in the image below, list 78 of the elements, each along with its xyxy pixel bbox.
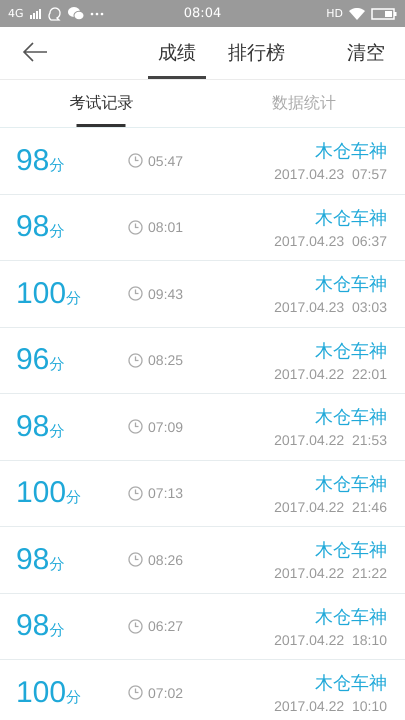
user-name: 木仓车神 <box>315 472 387 496</box>
score-unit: 分 <box>49 222 64 242</box>
record-row[interactable]: 98分 08:01 木仓车神 2017.04.23 06:37 <box>0 194 405 261</box>
user-name: 木仓车神 <box>315 206 387 230</box>
message-icon <box>68 7 84 20</box>
record-date: 2017.04.23 07:57 <box>274 166 387 182</box>
score-unit: 分 <box>66 488 82 508</box>
header-tab[interactable]: 成绩 <box>148 27 206 79</box>
record-date: 2017.04.23 06:37 <box>274 232 387 249</box>
back-arrow-icon[interactable] <box>22 42 48 62</box>
user-name: 木仓车神 <box>315 273 387 296</box>
score-value: 98 <box>16 542 50 577</box>
record-row[interactable]: 98分 08:26 木仓车神 2017.04.22 21:22 <box>0 527 405 594</box>
clear-button[interactable]: 清空 <box>347 40 385 66</box>
score-unit: 分 <box>66 688 82 707</box>
sub-tab[interactable]: 考试记录 <box>67 80 136 127</box>
clock-icon <box>128 552 143 568</box>
clock-icon <box>128 153 143 168</box>
network-label: 4G <box>8 7 24 20</box>
chat-bubble-icon <box>48 6 62 20</box>
score-value: 100 <box>16 276 66 311</box>
duration: 07:02 <box>148 684 184 701</box>
user-name: 木仓车神 <box>315 672 387 696</box>
duration: 06:27 <box>148 618 184 634</box>
record-row[interactable]: 98分 06:27 木仓车神 2017.04.22 18:10 <box>0 594 405 660</box>
wifi-icon <box>349 8 366 20</box>
record-row[interactable]: 100分 07:02 木仓车神 2017.04.22 10:10 <box>0 660 405 720</box>
record-row[interactable]: 98分 05:47 木仓车神 2017.04.23 07:57 <box>0 128 405 194</box>
user-name: 木仓车神 <box>315 340 387 363</box>
clock-icon <box>128 685 143 700</box>
score-unit: 分 <box>66 288 82 308</box>
score-unit: 分 <box>49 422 64 441</box>
score-value: 98 <box>16 210 50 244</box>
record-row[interactable]: 98分 07:09 木仓车神 2017.04.22 21:53 <box>0 394 405 460</box>
score-unit: 分 <box>49 156 64 175</box>
score-unit: 分 <box>49 554 64 574</box>
record-date: 2017.04.22 21:53 <box>274 432 387 448</box>
user-name: 木仓车神 <box>315 140 387 164</box>
record-date: 2017.04.22 21:22 <box>274 565 387 582</box>
clock-icon <box>128 286 143 302</box>
clock: 08:04 <box>182 6 222 21</box>
score-value: 98 <box>16 144 50 178</box>
record-date: 2017.04.22 22:01 <box>274 366 387 382</box>
record-date: 2017.04.22 18:10 <box>274 632 387 648</box>
score-value: 100 <box>16 676 66 710</box>
user-name: 木仓车神 <box>315 539 387 562</box>
clock-icon <box>128 352 143 368</box>
duration: 08:01 <box>148 219 184 236</box>
record-row[interactable]: 100分 07:13 木仓车神 2017.04.22 21:46 <box>0 460 405 527</box>
score-value: 100 <box>16 476 66 510</box>
clock-icon <box>128 419 143 434</box>
sub-tab[interactable]: 数据统计 <box>270 80 338 127</box>
duration: 08:26 <box>148 552 184 568</box>
record-date: 2017.04.22 10:10 <box>274 698 387 714</box>
duration: 08:25 <box>148 352 184 368</box>
duration: 09:43 <box>148 286 184 302</box>
duration: 07:13 <box>148 485 184 502</box>
duration: 05:47 <box>148 152 184 169</box>
clock-icon <box>128 618 143 634</box>
clock-icon <box>128 486 143 501</box>
user-name: 木仓车神 <box>315 606 387 629</box>
header-tab[interactable]: 排行榜 <box>218 27 295 79</box>
record-date: 2017.04.23 03:03 <box>274 299 387 316</box>
score-unit: 分 <box>49 621 64 640</box>
score-value: 98 <box>16 410 50 444</box>
duration: 07:09 <box>148 418 184 435</box>
record-row[interactable]: 100分 09:43 木仓车神 2017.04.23 03:03 <box>0 261 405 328</box>
clock-icon <box>128 220 143 235</box>
score-value: 96 <box>16 343 50 378</box>
hd-label: HD <box>326 7 344 20</box>
signal-icon <box>30 8 42 18</box>
score-value: 98 <box>16 609 50 644</box>
record-row[interactable]: 96分 08:25 木仓车神 2017.04.22 22:01 <box>0 328 405 394</box>
user-name: 木仓车神 <box>315 406 387 430</box>
score-unit: 分 <box>49 355 64 374</box>
record-date: 2017.04.22 21:46 <box>274 498 387 515</box>
more-icon <box>90 12 104 16</box>
battery-icon <box>371 8 398 20</box>
